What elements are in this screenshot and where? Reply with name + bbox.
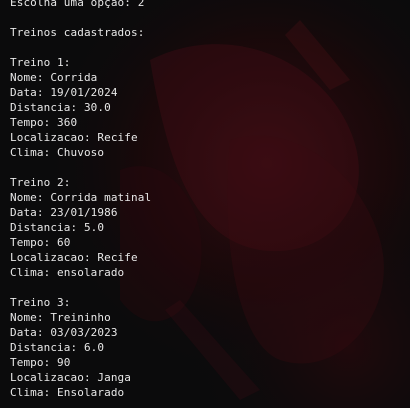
- treino-localizacao: Localizacao: Recife: [10, 251, 138, 264]
- treino-tempo: Tempo: 90: [10, 356, 71, 369]
- treino-clima: Clima: Ensolarado: [10, 386, 125, 399]
- treino-title: Treino 3:: [10, 296, 71, 309]
- treino-data: Data: 23/01/1986: [10, 206, 118, 219]
- treino-clima: Clima: Chuvoso: [10, 146, 105, 159]
- treino-distancia: Distancia: 30.0: [10, 101, 111, 114]
- treino-distancia: Distancia: 5.0: [10, 221, 105, 234]
- treino-tempo: Tempo: 60: [10, 236, 71, 249]
- treino-data: Data: 19/01/2024: [10, 86, 118, 99]
- treino-title: Treino 2:: [10, 176, 71, 189]
- treino-clima: Clima: ensolarado: [10, 266, 125, 279]
- treino-nome: Nome: Corrida: [10, 71, 98, 84]
- treino-nome: Nome: Treininho: [10, 311, 111, 324]
- treino-localizacao: Localizacao: Recife: [10, 131, 138, 144]
- prompt-line: Escolha uma opção: 2: [10, 0, 145, 9]
- treino-localizacao: Localizacao: Janga: [10, 371, 132, 384]
- list-header: Treinos cadastrados:: [10, 26, 145, 39]
- treino-tempo: Tempo: 360: [10, 116, 78, 129]
- treino-nome: Nome: Corrida matinal: [10, 191, 152, 204]
- treino-title: Treino 1:: [10, 56, 71, 69]
- treino-data: Data: 03/03/2023: [10, 326, 118, 339]
- terminal-output: Escolha uma opção: 2 Treinos cadastrados…: [10, 0, 410, 400]
- treino-distancia: Distancia: 6.0: [10, 341, 105, 354]
